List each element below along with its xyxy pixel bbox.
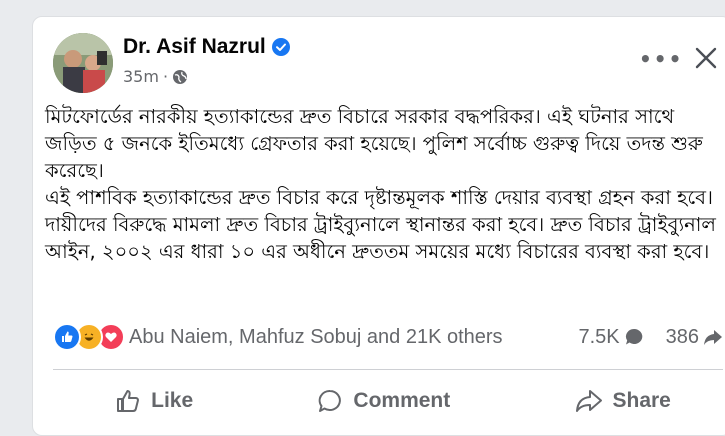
reactors-summary[interactable]: Abu Naiem, Mahfuz Sobuj and 21K others <box>129 326 578 349</box>
post-timestamp[interactable]: 35m <box>123 67 159 86</box>
avatar[interactable] <box>53 33 113 93</box>
comment-count[interactable]: 7.5K 386 <box>578 326 723 349</box>
author-name-row: Dr. Asif Nazrul <box>123 35 290 59</box>
post-card: Dr. Asif Nazrul 35m · ••• মিটফোর্ডের নার… <box>32 16 725 436</box>
author-name[interactable]: Dr. Asif Nazrul <box>123 35 266 59</box>
share-arrow-icon <box>704 330 722 345</box>
share-count-value[interactable]: 386 <box>666 326 699 349</box>
divider <box>53 369 723 370</box>
more-options-icon[interactable]: ••• <box>639 47 683 71</box>
post-actions: Like Comment Share <box>53 379 725 423</box>
share-button[interactable]: Share <box>575 388 671 414</box>
profile-photo <box>53 33 113 93</box>
like-reaction-icon <box>53 323 81 351</box>
post-meta: 35m · <box>123 67 188 86</box>
dot-separator: · <box>162 67 169 86</box>
like-label: Like <box>151 389 194 412</box>
share-icon <box>575 390 602 412</box>
comment-button[interactable]: Comment <box>317 388 450 414</box>
close-icon[interactable] <box>693 45 719 71</box>
comment-bubble-icon <box>625 328 642 345</box>
post-text: মিটফোর্ডের নারকীয় হত্যাকান্ডের দ্রুত বি… <box>45 105 716 263</box>
reaction-icons[interactable] <box>53 323 125 351</box>
like-button[interactable]: Like <box>115 388 193 414</box>
comment-icon <box>319 389 342 412</box>
reactions-bar: Abu Naiem, Mahfuz Sobuj and 21K others 7… <box>53 319 725 355</box>
comment-count-value: 7.5K <box>578 325 620 348</box>
globe-icon <box>173 69 188 84</box>
share-label: Share <box>612 389 671 412</box>
thumbs-up-icon <box>117 390 140 412</box>
comment-label: Comment <box>353 389 451 412</box>
verified-badge-icon <box>271 38 290 56</box>
